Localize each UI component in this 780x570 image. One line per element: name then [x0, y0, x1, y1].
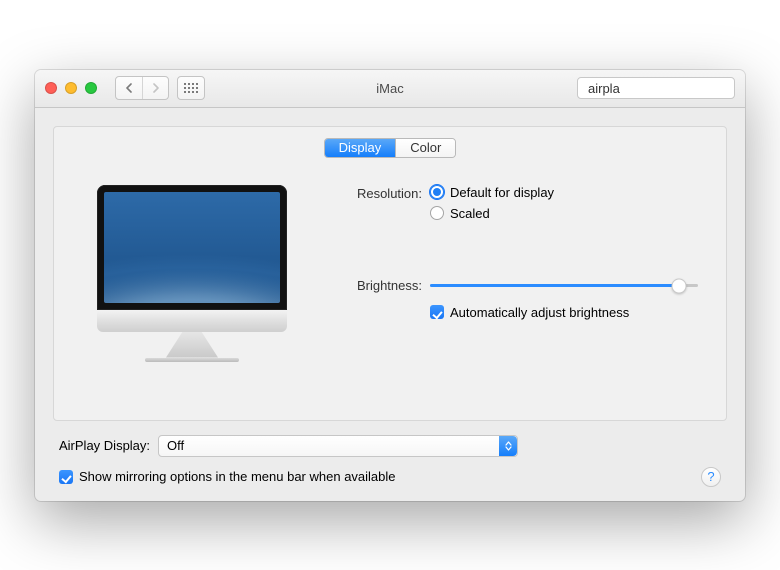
- imac-chin-icon: [97, 310, 287, 332]
- tab-color[interactable]: Color: [395, 139, 455, 157]
- brightness-controls: Automatically adjust brightness: [430, 277, 698, 320]
- display-panel: Display Color Resolution:: [53, 126, 727, 421]
- resolution-options: Default for display Scaled: [430, 185, 698, 221]
- resolution-scaled-label: Scaled: [450, 206, 490, 221]
- search-field[interactable]: [577, 77, 735, 99]
- chevron-left-icon: [125, 83, 133, 93]
- toolbar-nav: [115, 76, 205, 100]
- display-settings: Resolution: Default for display Scaled B…: [332, 179, 698, 362]
- imac-stand-icon: [166, 332, 218, 358]
- search-input[interactable]: [588, 81, 745, 96]
- forward-button[interactable]: [142, 77, 168, 99]
- tab-display[interactable]: Display: [325, 139, 396, 157]
- brightness-label: Brightness:: [332, 277, 422, 293]
- tab-bar: Display Color: [54, 126, 726, 158]
- imac-foot-icon: [145, 358, 239, 362]
- slider-fill: [430, 284, 679, 287]
- radio-scaled[interactable]: [430, 206, 444, 220]
- auto-brightness-label: Automatically adjust brightness: [450, 305, 629, 320]
- show-all-button[interactable]: [177, 76, 205, 100]
- help-button[interactable]: ?: [701, 467, 721, 487]
- checkbox-mirroring[interactable]: [59, 470, 73, 484]
- bottom-controls: AirPlay Display: Off Show mirroring opti…: [53, 421, 727, 487]
- grid-icon: [184, 83, 198, 93]
- airplay-select[interactable]: Off: [158, 435, 518, 457]
- mirroring-option[interactable]: Show mirroring options in the menu bar w…: [59, 469, 396, 484]
- select-stepper-icon: [499, 436, 517, 456]
- content-area: Display Color Resolution:: [35, 108, 745, 501]
- help-icon: ?: [707, 469, 714, 484]
- resolution-label: Resolution:: [332, 185, 422, 201]
- back-button[interactable]: [116, 77, 142, 99]
- airplay-value: Off: [167, 438, 184, 453]
- titlebar: iMac: [35, 70, 745, 108]
- auto-brightness-option[interactable]: Automatically adjust brightness: [430, 305, 698, 320]
- checkbox-auto-brightness[interactable]: [430, 305, 444, 319]
- display-illustration: [82, 179, 302, 362]
- airplay-row: AirPlay Display: Off: [59, 435, 721, 457]
- resolution-scaled-option[interactable]: Scaled: [430, 206, 698, 221]
- nav-back-forward: [115, 76, 169, 100]
- resolution-default-label: Default for display: [450, 185, 554, 200]
- mirroring-row: Show mirroring options in the menu bar w…: [59, 467, 721, 487]
- radio-default-for-display[interactable]: [430, 185, 444, 199]
- window-controls: [45, 82, 97, 94]
- minimize-button[interactable]: [65, 82, 77, 94]
- resolution-default-option[interactable]: Default for display: [430, 185, 698, 200]
- imac-screen-icon: [97, 185, 287, 310]
- chevron-right-icon: [152, 83, 160, 93]
- panel-body: Resolution: Default for display Scaled B…: [54, 159, 726, 362]
- slider-knob[interactable]: [672, 278, 687, 293]
- brightness-slider[interactable]: [430, 277, 698, 295]
- zoom-button[interactable]: [85, 82, 97, 94]
- close-button[interactable]: [45, 82, 57, 94]
- system-preferences-window: iMac Display Color: [35, 70, 745, 501]
- mirroring-label: Show mirroring options in the menu bar w…: [79, 469, 396, 484]
- slider-track[interactable]: [430, 284, 698, 287]
- airplay-label: AirPlay Display:: [59, 438, 150, 453]
